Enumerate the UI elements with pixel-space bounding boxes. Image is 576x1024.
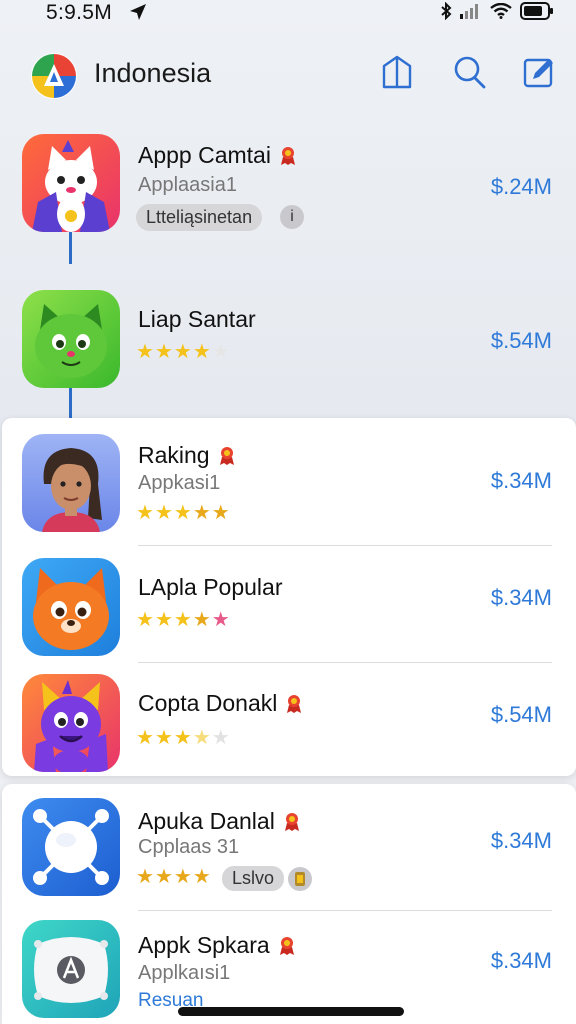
app-name: Raking [138, 442, 236, 469]
share-icon[interactable] [380, 54, 414, 90]
star-icon: ★ [192, 866, 211, 888]
compose-icon[interactable] [522, 54, 556, 90]
award-badge-icon [279, 936, 294, 955]
star-icon: ★ [192, 502, 211, 524]
divider [138, 662, 552, 663]
star-icon: ★ [192, 609, 211, 631]
star-icon: ★ [154, 727, 173, 749]
divider [138, 910, 552, 911]
star-icon: ★ [173, 502, 192, 524]
app-row[interactable]: Copta Donakl ★ ★ ★ ★ ★ $.54M [0, 670, 576, 774]
app-price[interactable]: $.54M [491, 328, 552, 354]
award-badge-icon [284, 812, 299, 831]
star-rating: ★ ★ ★ ★ ★ [136, 728, 230, 748]
badge-mini-icon [295, 872, 305, 886]
battery-icon [520, 2, 553, 20]
cat-mascot-app-icon [22, 134, 120, 232]
award-badge-icon [287, 694, 302, 713]
category-tag[interactable]: Ltteliąsinetan [136, 204, 263, 231]
star-icon: ★ [211, 502, 230, 524]
network-sphere-app-icon [22, 798, 120, 896]
star-rating: ★ ★ ★ ★ ★ [136, 610, 230, 630]
category-tag[interactable]: Lslvo [222, 866, 285, 891]
info-button[interactable] [288, 867, 312, 891]
star-rating: ★ ★ ★ ★ ★ [136, 342, 230, 362]
star-icon: ★ [154, 341, 173, 363]
app-name-text: Appp Camtai [138, 142, 271, 168]
app-price[interactable]: $.34M [491, 468, 552, 494]
purple-creature-app-icon [22, 674, 120, 772]
bluetooth-icon [441, 2, 452, 20]
award-badge-icon [219, 446, 234, 465]
avatar-app-icon [22, 434, 120, 532]
app-subtitle: Applkaısi1 [138, 962, 231, 984]
app-name: LApla Popular [138, 574, 283, 601]
app-name: Appp Camtai [138, 142, 297, 169]
star-icon: ★ [173, 727, 192, 749]
star-rating: ★ ★ ★ ★ ★ [136, 503, 230, 523]
star-icon: ★ [136, 866, 154, 888]
app-name-text: Liap Santar [138, 306, 256, 332]
search-icon[interactable] [452, 54, 486, 90]
pillow-app-icon [22, 920, 120, 1018]
star-icon: ★ [154, 502, 173, 524]
divider [138, 545, 552, 546]
star-icon: ★ [136, 502, 154, 524]
app-name-text: Appk Spkara [138, 932, 270, 958]
status-bar: 5:9.5M [0, 0, 576, 28]
page-title: Indonesia [94, 58, 212, 88]
app-price[interactable]: $.24M [491, 174, 552, 200]
star-rating: ★ ★ ★ ★ [136, 867, 211, 887]
award-badge-icon [280, 146, 295, 165]
app-row[interactable]: Apuka Danlal Cpplaas 31 ★ ★ ★ ★ Lslvo $.… [0, 794, 576, 906]
star-icon: ★ [192, 341, 211, 363]
star-icon: ★ [136, 609, 154, 631]
location-arrow-icon [130, 4, 146, 20]
app-subtitle: Cpplaas 31 [138, 836, 240, 858]
app-name-text: Copta Donakl [138, 690, 278, 716]
signal-icon [460, 4, 478, 19]
status-indicators [440, 2, 554, 20]
app-price[interactable]: $.34M [491, 828, 552, 854]
star-icon: ★ [173, 866, 192, 888]
app-name: Copta Donakl [138, 690, 303, 717]
app-name-text: Raking [138, 442, 210, 468]
star-icon: ★ [211, 609, 230, 631]
app-name: Apuka Danlal [138, 808, 301, 835]
star-icon: ★ [173, 341, 192, 363]
app-price[interactable]: $.54M [491, 702, 552, 728]
app-price[interactable]: $.34M [491, 585, 552, 611]
star-icon: ★ [173, 609, 192, 631]
star-empty-icon: ★ [211, 727, 230, 749]
status-time: 5:9.5M [46, 1, 112, 24]
app-name: Appk Spkara [138, 932, 296, 959]
app-logo-icon [31, 53, 77, 99]
star-icon: ★ [136, 341, 154, 363]
app-header: Indonesia [0, 44, 576, 108]
star-icon: ★ [136, 727, 154, 749]
star-icon: ★ [154, 866, 173, 888]
info-button[interactable]: i [280, 205, 304, 229]
app-name-text: LApla Popular [138, 574, 283, 600]
app-name-text: Apuka Danlal [138, 808, 275, 834]
home-indicator[interactable] [178, 1007, 404, 1016]
orange-fox-app-icon [22, 558, 120, 656]
app-row[interactable]: Liap Santar ★ ★ ★ ★ ★ $.54M [0, 286, 576, 390]
green-cat-app-icon [22, 290, 120, 388]
app-subtitle: Appkasi1 [138, 472, 221, 494]
app-row[interactable]: Raking Appkasi1 ★ ★ ★ ★ ★ $.34M [0, 430, 576, 542]
app-subtitle: Applaasia1 [138, 174, 237, 196]
app-name: Liap Santar [138, 306, 256, 333]
app-row[interactable]: Appp Camtai Applaasia1 Ltteliąsinetan i … [0, 130, 576, 240]
wifi-icon [490, 3, 512, 19]
app-price[interactable]: $.34M [491, 948, 552, 974]
star-half-icon: ★ [192, 727, 211, 749]
star-icon: ★ [154, 609, 173, 631]
star-empty-icon: ★ [211, 341, 230, 363]
app-row[interactable]: LApla Popular ★ ★ ★ ★ ★ $.34M [0, 554, 576, 660]
